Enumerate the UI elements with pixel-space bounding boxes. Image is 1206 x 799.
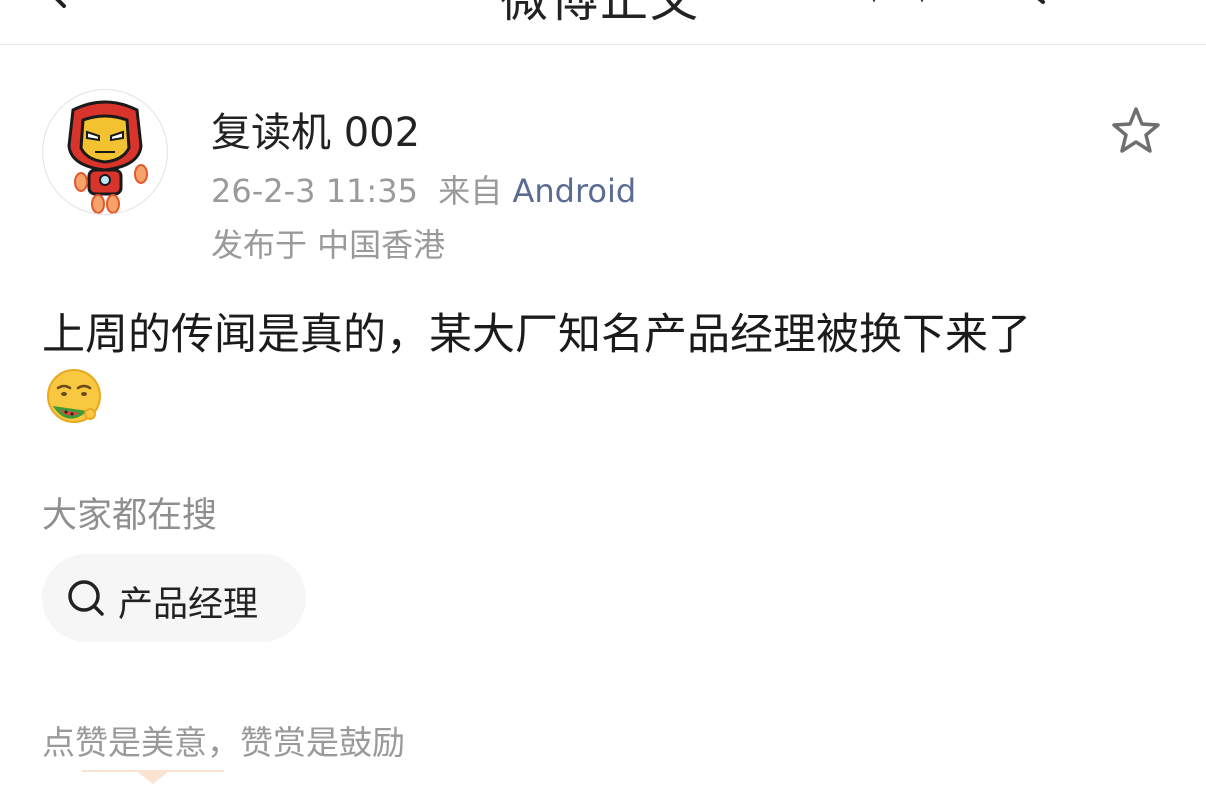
avatar[interactable] <box>42 89 168 215</box>
emoji-melon-icon <box>47 369 101 423</box>
post-meta: 26-2-3 11:35 来自 Android <box>211 166 636 212</box>
top-navigation-bar: 微博正文 <box>0 0 1206 45</box>
trending-search-heading: 大家都在搜 <box>42 496 218 536</box>
post-text: 上周的传闻是真的，某大厂知名产品经理被换下来了 <box>42 310 1031 360</box>
trending-search-label: 产品经理 <box>118 585 259 625</box>
search-icon[interactable] <box>985 0 1055 6</box>
reward-hint: 点赞是美意，赞赏是鼓励 <box>42 723 405 762</box>
post-source-link[interactable]: Android <box>512 172 636 210</box>
avatar-ironman-icon <box>67 100 148 214</box>
back-arrow-icon[interactable] <box>44 0 72 8</box>
page-title: 微博正文 <box>500 0 701 28</box>
post-time: 26-2-3 11:35 <box>211 172 418 210</box>
username[interactable]: 复读机 002 <box>211 100 420 158</box>
post-location: 发布于 中国香港 <box>211 226 446 264</box>
source-prefix: 来自 <box>438 172 503 210</box>
chip-search-icon <box>68 580 104 616</box>
trending-search-chip[interactable]: 产品经理 <box>42 554 306 642</box>
star-icon[interactable] <box>1110 106 1162 156</box>
more-icon[interactable] <box>860 0 940 4</box>
reward-divider-icon <box>82 770 224 784</box>
